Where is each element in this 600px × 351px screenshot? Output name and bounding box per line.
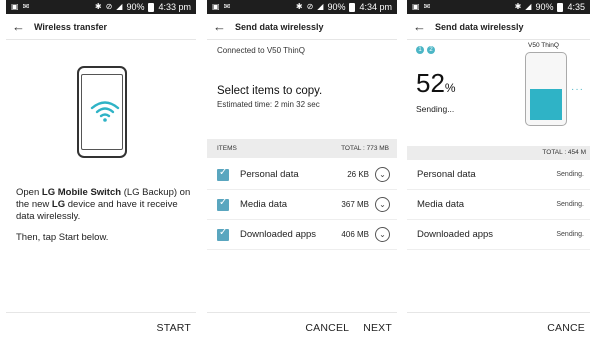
list-item: Media data Sending.	[407, 190, 590, 220]
instruction-text: Open LG Mobile Switch (LG Backup) on the…	[16, 187, 196, 223]
list-item[interactable]: Media data 367 MB ⌄	[207, 190, 397, 220]
device-brand: LG	[51, 199, 66, 210]
target-phone-illustration	[525, 52, 567, 126]
signal-icon: ◢	[525, 2, 532, 11]
phone-illustration	[77, 66, 127, 158]
app-bar: ← Send data wirelessly	[207, 14, 397, 40]
page-title: Send data wirelessly	[235, 21, 324, 32]
screen-sending: ▣ ✉ ✱ ◢ 90% 4:35 ← Send data wirelessly …	[407, 0, 590, 351]
transfer-dots-icon: ···	[571, 84, 584, 95]
clock: 4:33 pm	[158, 2, 191, 12]
item-status: Sending.	[556, 171, 584, 178]
clock: 4:34 pm	[359, 2, 392, 12]
target-device-label: V50 ThinQ	[528, 42, 559, 49]
back-arrow-icon[interactable]: ←	[213, 14, 226, 40]
select-heading: Select items to copy.	[217, 85, 323, 97]
app-bar: ← Wireless transfer	[6, 14, 196, 40]
status-bar: ▣ ✉ ✱ ⊘ ◢ 90% 4:33 pm	[6, 0, 196, 14]
percent-value: 52	[416, 68, 445, 98]
status-bar: ▣ ✉ ✱ ⊘ ◢ 90% 4:34 pm	[207, 0, 397, 14]
page-title: Wireless transfer	[34, 21, 107, 32]
battery-icon	[148, 2, 155, 12]
item-size: 406 MB	[341, 230, 369, 239]
item-label: Media data	[240, 199, 288, 210]
message-notification-icon: ✉	[423, 2, 431, 11]
bottom-bar: START	[6, 312, 196, 342]
checkbox-media-data[interactable]	[217, 197, 229, 211]
gallery-notification-icon: ▣	[11, 2, 19, 11]
app-name: LG Mobile Switch	[41, 187, 122, 198]
progress-fill	[530, 89, 562, 120]
signal-icon: ◢	[116, 2, 123, 11]
step-indicator: 1 2	[416, 46, 435, 54]
battery-percent: 90%	[126, 2, 145, 12]
next-button[interactable]: NEXT	[363, 322, 392, 334]
app-bar: ← Send data wirelessly	[407, 14, 590, 40]
percent-sign: %	[444, 81, 456, 95]
gallery-notification-icon: ▣	[412, 2, 420, 11]
start-button[interactable]: START	[157, 322, 191, 334]
bottom-bar: CANCEL NEXT	[207, 312, 397, 342]
list-item[interactable]: Downloaded apps 406 MB ⌄	[207, 220, 397, 250]
chevron-down-icon[interactable]: ⌄	[375, 167, 390, 182]
sending-status: Sending...	[416, 104, 455, 114]
list-item: Personal data Sending.	[407, 160, 590, 190]
estimated-time: Estimated time: 2 min 32 sec	[217, 100, 320, 109]
items-header: ITEMS TOTAL : 773 MB	[207, 139, 397, 158]
wifi-icon	[90, 101, 120, 122]
item-label: Media data	[417, 199, 465, 210]
mute-icon: ⊘	[306, 2, 314, 11]
item-size: 367 MB	[341, 200, 369, 209]
battery-icon	[557, 2, 564, 12]
step-1: 1	[416, 46, 424, 54]
checkbox-personal-data[interactable]	[217, 167, 229, 181]
gallery-notification-icon: ▣	[212, 2, 220, 11]
message-notification-icon: ✉	[22, 2, 30, 11]
connection-status: Connected to V50 ThinQ	[217, 46, 305, 55]
progress-percent: 52%	[416, 68, 456, 99]
battery-percent: 90%	[535, 2, 554, 12]
items-header-label: ITEMS	[217, 145, 237, 152]
cancel-button[interactable]: CANCE	[547, 322, 585, 334]
message-notification-icon: ✉	[223, 2, 231, 11]
battery-icon	[349, 2, 356, 12]
screen-wireless-transfer: ▣ ✉ ✱ ⊘ ◢ 90% 4:33 pm ← Wireless transfe…	[6, 0, 196, 351]
bluetooth-icon: ✱	[94, 2, 102, 11]
clock: 4:35	[567, 2, 585, 12]
back-arrow-icon[interactable]: ←	[413, 14, 426, 40]
total-size: TOTAL : 773 MB	[341, 145, 389, 152]
bluetooth-icon: ✱	[295, 2, 303, 11]
page-title: Send data wirelessly	[435, 21, 524, 32]
item-label: Personal data	[240, 169, 299, 180]
item-label: Personal data	[417, 169, 476, 180]
item-label: Downloaded apps	[417, 229, 494, 240]
item-status: Sending.	[556, 201, 584, 208]
total-size: TOTAL : 454 M	[407, 146, 590, 160]
bottom-bar: CANCE	[407, 312, 590, 342]
cancel-button[interactable]: CANCEL	[305, 322, 349, 334]
screen-select-items: ▣ ✉ ✱ ⊘ ◢ 90% 4:34 pm ← Send data wirele…	[207, 0, 397, 351]
instruction-start: Then, tap Start below.	[16, 232, 109, 243]
bluetooth-icon: ✱	[514, 2, 522, 11]
chevron-down-icon[interactable]: ⌄	[375, 227, 390, 242]
battery-percent: 90%	[327, 2, 346, 12]
item-label: Downloaded apps	[240, 229, 317, 240]
mute-icon: ⊘	[105, 2, 113, 11]
item-size: 26 KB	[347, 170, 369, 179]
back-arrow-icon[interactable]: ←	[12, 14, 25, 40]
status-bar: ▣ ✉ ✱ ◢ 90% 4:35	[407, 0, 590, 14]
chevron-down-icon[interactable]: ⌄	[375, 197, 390, 212]
list-item: Downloaded apps Sending.	[407, 220, 590, 250]
signal-icon: ◢	[317, 2, 324, 11]
item-status: Sending.	[556, 231, 584, 238]
instruction-pre: Open	[16, 187, 42, 198]
list-item[interactable]: Personal data 26 KB ⌄	[207, 160, 397, 190]
checkbox-downloaded-apps[interactable]	[217, 227, 229, 241]
step-2: 2	[427, 46, 435, 54]
